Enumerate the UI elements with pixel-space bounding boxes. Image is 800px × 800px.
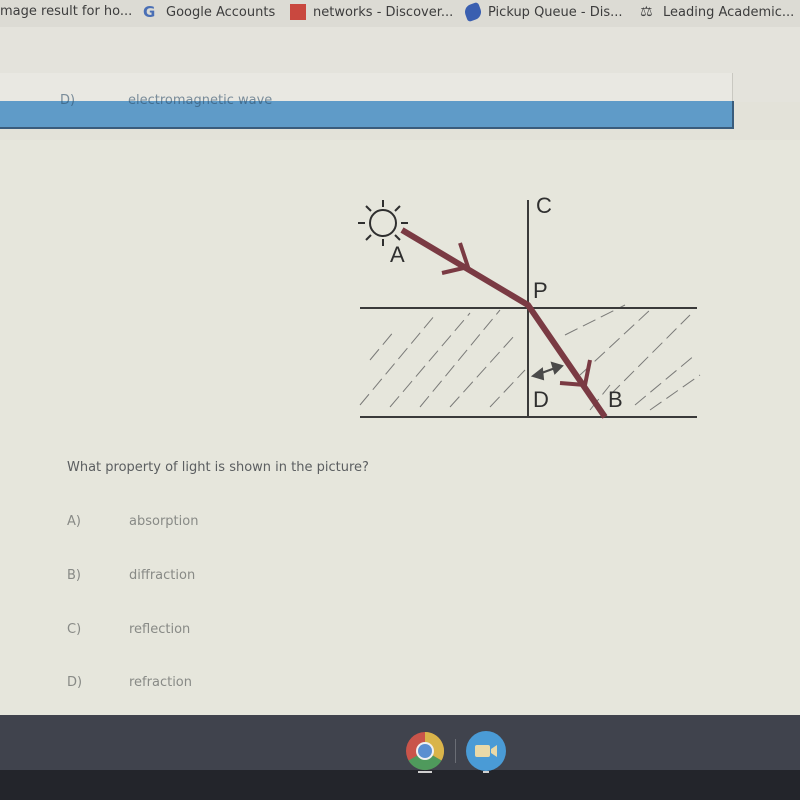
option-letter: B)	[67, 568, 81, 583]
bookmark-label: mage result for ho...	[0, 4, 133, 19]
google-icon: G	[143, 3, 156, 21]
bookmark-label: Leading Academic...	[663, 4, 795, 20]
glass-hatching	[359, 304, 701, 411]
option-text: diffraction	[129, 568, 196, 583]
previous-option-text: electromagnetic wave	[128, 93, 273, 108]
bookmark-label: Pickup Queue - Dis...	[488, 4, 623, 20]
sun-icon	[358, 200, 408, 246]
label-c: C	[536, 193, 552, 218]
zoom-running-indicator	[483, 771, 489, 773]
refraction-diagram: C A P D B	[358, 193, 701, 419]
screen-bezel	[0, 770, 800, 800]
bookmark-leading-academic[interactable]: ⚖ Leading Academic...	[640, 4, 794, 20]
shelf-divider	[455, 739, 456, 763]
label-p: P	[533, 278, 548, 303]
previous-option-letter: D)	[60, 93, 76, 108]
bookmark-pickup-queue[interactable]: Pickup Queue - Dis...	[462, 1, 623, 23]
angle-arrow-icon	[530, 361, 564, 381]
bookmark-google-accounts[interactable]: G Google Accounts	[143, 4, 275, 20]
light-ray	[400, 227, 608, 419]
bookmark-networks-discover[interactable]: networks - Discover...	[290, 4, 453, 20]
option-text: refraction	[129, 675, 192, 690]
discover-icon	[290, 4, 306, 20]
selected-answer-bar[interactable]: D) electromagnetic wave	[0, 93, 734, 129]
option-letter: A)	[67, 514, 81, 529]
academic-icon: ⚖	[640, 4, 653, 20]
bookmark-label: Google Accounts	[166, 4, 276, 20]
bookmark-image-result[interactable]: mage result for ho...	[0, 4, 132, 19]
chrome-icon[interactable]	[405, 731, 445, 771]
question-text: What property of light is shown in the p…	[67, 460, 369, 475]
option-letter: D)	[67, 675, 83, 690]
option-letter: C)	[67, 622, 82, 637]
bookmark-label: networks - Discover...	[313, 4, 454, 20]
label-b: B	[608, 387, 623, 412]
zoom-icon[interactable]	[466, 731, 506, 771]
pickup-queue-icon	[462, 1, 484, 23]
page-toolbar	[0, 27, 800, 102]
option-text: reflection	[129, 622, 191, 637]
option-text: absorption	[129, 514, 199, 529]
taskbar-shelf	[0, 715, 800, 770]
bookmarks-bar: mage result for ho... G Google Accounts …	[0, 0, 800, 27]
previous-question-area	[0, 73, 733, 101]
chrome-running-indicator	[418, 771, 432, 773]
label-d: D	[533, 387, 549, 412]
label-a: A	[390, 242, 405, 267]
